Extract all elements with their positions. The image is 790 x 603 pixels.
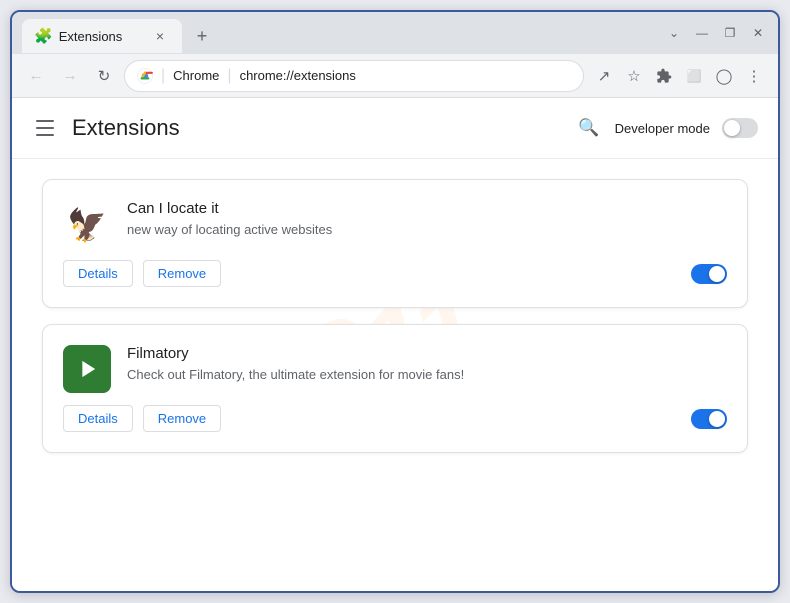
svg-text:🦅: 🦅 <box>67 206 107 243</box>
minimize-button[interactable]: — <box>692 23 712 43</box>
remove-button-0[interactable]: Remove <box>143 260 221 287</box>
page-content: 911 Extensions 🔍 Developer mode <box>12 98 778 591</box>
details-button-1[interactable]: Details <box>63 405 133 432</box>
tab-title: Extensions <box>59 29 123 44</box>
share-button[interactable]: ↗ <box>590 62 618 90</box>
bookmark-button[interactable]: ☆ <box>620 62 648 90</box>
extension-card-0: 🦅 Can I locate it new way of locating ac… <box>42 179 748 308</box>
extension-desc-0: new way of locating active websites <box>127 221 727 239</box>
toggle-on-knob-1 <box>709 411 725 427</box>
search-button[interactable]: 🔍 <box>575 114 603 142</box>
menu-line-2 <box>36 127 54 129</box>
back-button[interactable]: ← <box>22 62 50 90</box>
header-right: 🔍 Developer mode <box>575 114 758 142</box>
extension-bottom-1: Details Remove <box>63 405 727 432</box>
window-controls: ⌄ — ❐ ✕ <box>664 23 768 49</box>
new-tab-button[interactable]: + <box>188 22 216 50</box>
refresh-button[interactable]: ↻ <box>90 62 118 90</box>
browser-tab[interactable]: 🧩 Extensions × <box>22 19 182 53</box>
locate-it-icon: 🦅 <box>63 200 111 248</box>
profile-button[interactable]: ◯ <box>710 62 738 90</box>
nav-bar: ← → ↻ | Chrome | chrome://extensions ↗ ☆ <box>12 54 778 98</box>
toggle-on-knob-0 <box>709 266 725 282</box>
extension-name-1: Filmatory <box>127 345 727 362</box>
title-bar: 🧩 Extensions × + ⌄ — ❐ ✕ <box>12 12 778 54</box>
chrome-logo-icon <box>137 68 153 84</box>
restore-button[interactable]: ❐ <box>720 23 740 43</box>
extension-card-1: Filmatory Check out Filmatory, the ultim… <box>42 324 748 453</box>
play-icon <box>73 355 101 383</box>
puzzle-icon <box>656 68 672 84</box>
browser-window: 🧩 Extensions × + ⌄ — ❐ ✕ ← → ↻ | Chrome <box>10 10 780 593</box>
extension-bottom-0: Details Remove <box>63 260 727 287</box>
menu-line-3 <box>36 134 54 136</box>
extensions-tab-icon: 🧩 <box>34 27 53 45</box>
menu-button[interactable] <box>32 112 64 144</box>
chrome-label: Chrome <box>173 68 219 83</box>
remove-button-1[interactable]: Remove <box>143 405 221 432</box>
developer-mode-label: Developer mode <box>615 121 710 136</box>
extension-desc-1: Check out Filmatory, the ultimate extens… <box>127 366 727 384</box>
tab-button[interactable]: ⬜ <box>680 62 708 90</box>
extensions-button[interactable] <box>650 62 678 90</box>
extension-name-0: Can I locate it <box>127 200 727 217</box>
tab-close-button[interactable]: × <box>150 26 170 46</box>
extension-icon-0: 🦅 <box>63 200 111 248</box>
menu-line-1 <box>36 120 54 122</box>
dropdown-button[interactable]: ⌄ <box>664 23 684 43</box>
more-button[interactable]: ⋮ <box>740 62 768 90</box>
developer-mode-toggle[interactable] <box>722 118 758 138</box>
nav-icons: ↗ ☆ ⬜ ◯ ⋮ <box>590 62 768 90</box>
extension-info-1: Filmatory Check out Filmatory, the ultim… <box>127 345 727 384</box>
extension-info-0: Can I locate it new way of locating acti… <box>127 200 727 239</box>
extensions-header: Extensions 🔍 Developer mode <box>12 98 778 159</box>
close-button[interactable]: ✕ <box>748 23 768 43</box>
address-divider-2: | <box>227 67 231 85</box>
toggle-knob <box>724 120 740 136</box>
extension-top-0: 🦅 Can I locate it new way of locating ac… <box>63 200 727 248</box>
address-bar[interactable]: | Chrome | chrome://extensions <box>124 60 584 92</box>
page-title: Extensions <box>72 115 180 141</box>
extension-icon-1 <box>63 345 111 393</box>
details-button-0[interactable]: Details <box>63 260 133 287</box>
extension-top-1: Filmatory Check out Filmatory, the ultim… <box>63 345 727 393</box>
address-text: chrome://extensions <box>240 68 356 83</box>
extension-toggle-0[interactable] <box>691 264 727 284</box>
extension-toggle-1[interactable] <box>691 409 727 429</box>
extensions-list: 🦅 Can I locate it new way of locating ac… <box>12 159 778 473</box>
forward-button[interactable]: → <box>56 62 84 90</box>
address-divider: | <box>161 67 165 85</box>
